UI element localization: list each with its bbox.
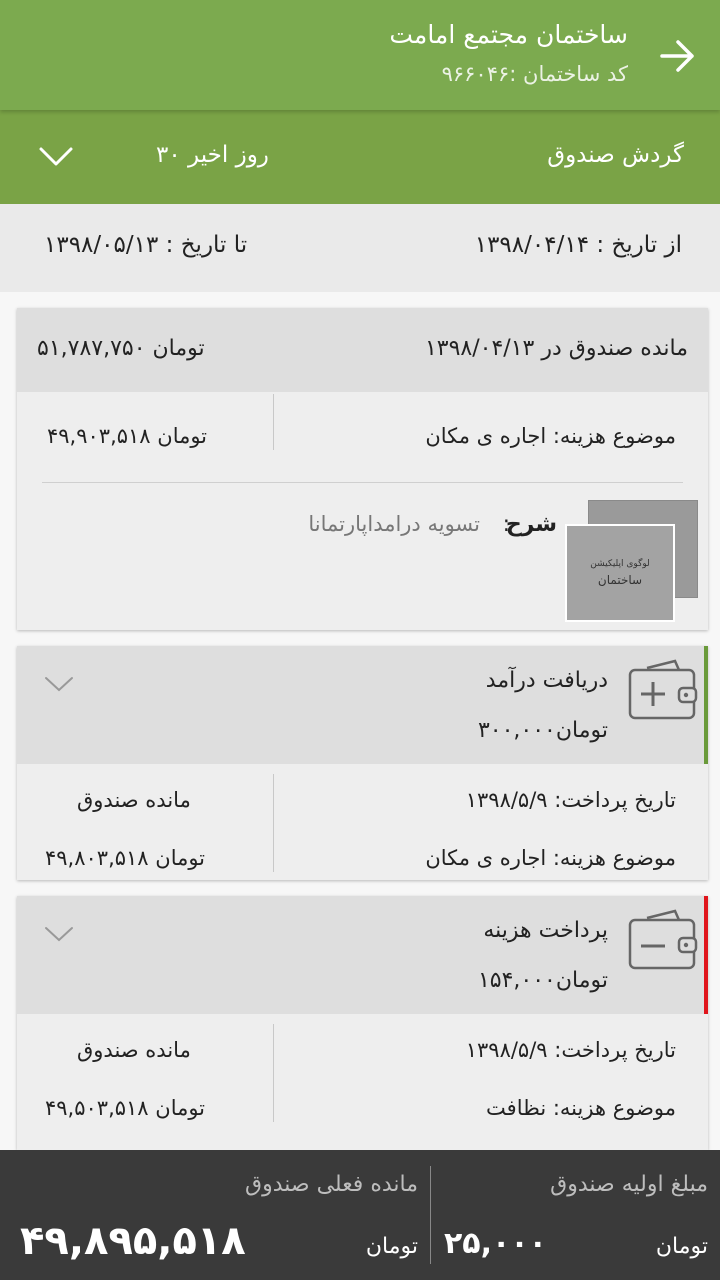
transaction-title: دریافت درآمد [485,668,608,693]
building-title: ساختمان مجتمع امامت [389,20,628,49]
arrow-forward-icon[interactable] [658,36,698,76]
column-divider [273,394,274,450]
attachment-thumbnail[interactable]: لوگوی اپلیکیشن ساختمان [565,524,675,622]
opening-balance-header: مانده صندوق در ۱۳۹۸/۰۴/۱۳ ۵۱,۷۸۷,۷۵۰ توم… [17,308,708,392]
current-balance-unit: تومان [365,1234,418,1259]
from-date[interactable]: از تاریخ : ۱۳۹۸/۰۴/۱۴ [475,232,682,258]
fund-summary-footer: مانده فعلی صندوق ۴۹,۸۹۵,۵۱۸ تومان مبلغ ا… [0,1150,720,1280]
filter-bar[interactable]: گردش صندوق ۳۰ روز اخیر [0,110,720,204]
fund-balance-label: مانده صندوق [77,788,191,812]
transaction-card[interactable]: پرداخت هزینه ۱۵۴,۰۰۰تومان تاریخ پرداخت: … [17,896,708,1150]
footer-divider [430,1166,431,1264]
app-bar: ساختمان مجتمع امامت کد ساختمان :۹۶۶۰۴۶ [0,0,720,110]
thumb-caption-small: لوگوی اپلیکیشن [590,559,650,569]
expense-subject: موضوع هزینه: اجاره ی مکان [425,846,676,870]
income-accent-bar [704,646,708,764]
chevron-down-icon[interactable] [44,674,74,694]
period-select-value[interactable]: ۳۰ روز اخیر [156,142,269,168]
transaction-header[interactable]: دریافت درآمد ۳۰۰,۰۰۰تومان [17,646,708,764]
column-divider [273,774,274,872]
fund-balance-label: مانده صندوق [77,1038,191,1062]
initial-balance-unit: تومان [655,1234,708,1259]
fund-balance-value: ۴۹,۸۰۳,۵۱۸ تومان [45,846,206,870]
thumb-caption: ساختمان [597,573,643,587]
description-text: تسویه درامداپارتمانا [308,512,480,536]
transaction-amount: ۳۰۰,۰۰۰تومان [477,718,608,743]
initial-balance-label: مبلغ اولیه صندوق [550,1172,708,1197]
payment-date: تاریخ پرداخت: ۱۳۹۸/۵/۹ [465,788,676,812]
current-balance-value: ۴۹,۸۹۵,۵۱۸ [20,1218,246,1264]
description-separator: : [502,512,510,537]
transaction-header[interactable]: پرداخت هزینه ۱۵۴,۰۰۰تومان [17,896,708,1014]
initial-balance-value: ۲۵,۰۰۰ [444,1226,547,1261]
fund-balance-value: ۴۹,۵۰۳,۵۱۸ تومان [45,1096,206,1120]
description-label: شرح [505,512,557,537]
current-balance-label: مانده فعلی صندوق [245,1172,418,1197]
transaction-list[interactable]: مانده صندوق در ۱۳۹۸/۰۴/۱۳ ۵۱,۷۸۷,۷۵۰ توم… [0,292,720,1150]
row-divider [42,482,683,483]
to-date[interactable]: تا تاریخ : ۱۳۹۸/۰۵/۱۳ [44,232,247,258]
expense-accent-bar [704,896,708,1014]
transaction-card[interactable]: دریافت درآمد ۳۰۰,۰۰۰تومان تاریخ پرداخت: … [17,646,708,880]
date-range-bar: از تاریخ : ۱۳۹۸/۰۴/۱۴ تا تاریخ : ۱۳۹۸/۰۵… [0,204,720,292]
opening-balance-card: مانده صندوق در ۱۳۹۸/۰۴/۱۳ ۵۱,۷۸۷,۷۵۰ توم… [17,308,708,630]
chevron-down-icon[interactable] [38,144,74,170]
wallet-minus-icon [628,909,698,970]
expense-subject: موضوع هزینه: اجاره ی مکان [425,424,676,448]
opening-balance-amount: ۵۱,۷۸۷,۷۵۰ تومان [37,336,205,361]
transaction-title: پرداخت هزینه [483,918,608,943]
building-code: کد ساختمان :۹۶۶۰۴۶ [441,62,628,86]
transaction-amount: ۱۵۴,۰۰۰تومان [477,968,608,993]
chevron-down-icon[interactable] [44,924,74,944]
wallet-plus-icon [628,659,698,720]
column-divider [273,1024,274,1122]
payment-date: تاریخ پرداخت: ۱۳۹۸/۵/۹ [465,1038,676,1062]
expense-subject: موضوع هزینه: نظافت [486,1096,676,1120]
entry-amount: ۴۹,۹۰۳,۵۱۸ تومان [47,424,208,448]
fund-flow-label: گردش صندوق [547,142,684,168]
opening-balance-label: مانده صندوق در ۱۳۹۸/۰۴/۱۳ [424,336,688,361]
